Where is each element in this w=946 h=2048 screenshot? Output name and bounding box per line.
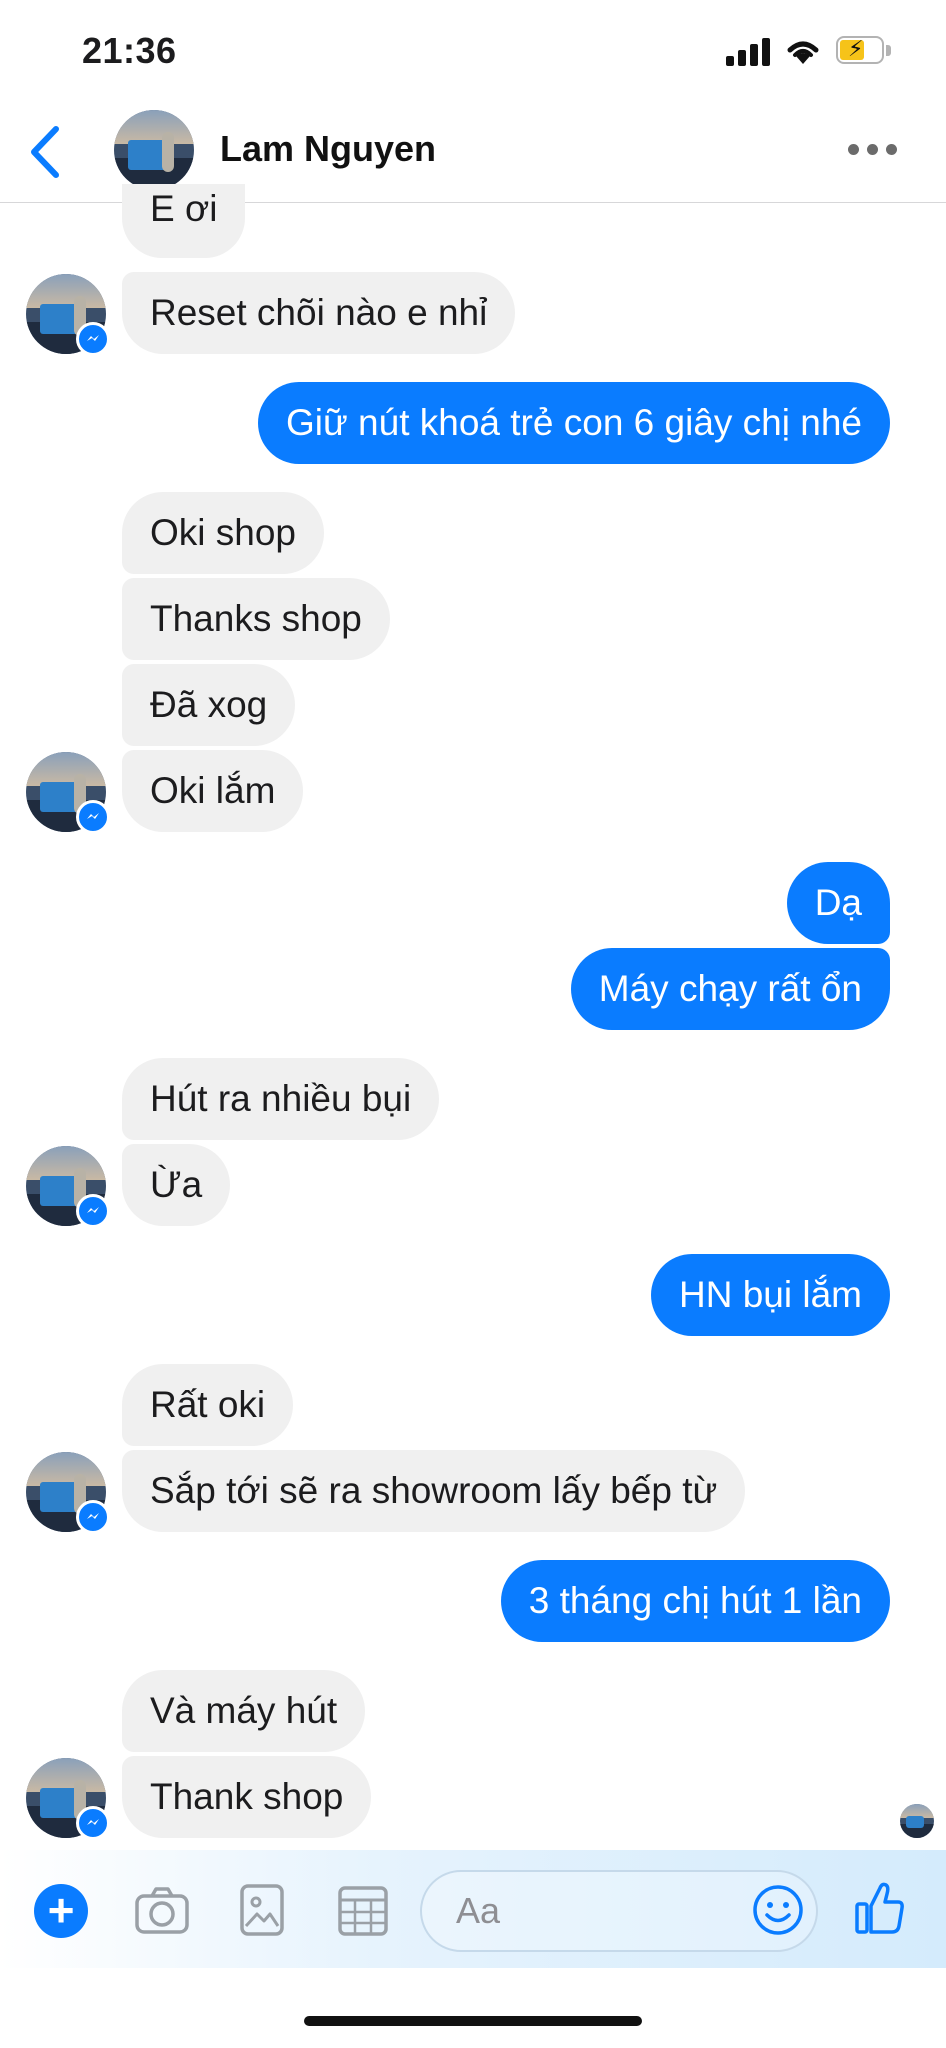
outgoing-message[interactable]: Dạ <box>786 862 890 944</box>
plus-icon[interactable]: + <box>34 1884 88 1938</box>
incoming-message[interactable]: Hút ra nhiều bụi <box>122 1058 440 1140</box>
seen-receipt-avatar <box>900 1804 934 1838</box>
more-options-icon[interactable] <box>848 144 898 160</box>
incoming-message[interactable]: E ơi <box>122 184 246 258</box>
messenger-badge-icon <box>76 1500 110 1534</box>
messenger-badge-icon <box>76 1194 110 1228</box>
outgoing-message[interactable]: Máy chạy rất ổn <box>570 948 890 1030</box>
incoming-message[interactable]: Oki lắm <box>122 750 304 832</box>
contact-name[interactable]: Lam Nguyen <box>220 128 436 170</box>
status-time: 21:36 <box>82 30 177 71</box>
messenger-badge-icon <box>76 800 110 834</box>
emoji-icon[interactable] <box>752 1884 804 1936</box>
incoming-message[interactable]: Ừa <box>122 1144 231 1226</box>
incoming-message[interactable]: Đã xog <box>122 664 296 746</box>
signal-icon <box>726 38 770 66</box>
grid-icon[interactable] <box>338 1886 388 1936</box>
incoming-message[interactable]: Thank shop <box>122 1756 372 1838</box>
contact-avatar[interactable] <box>114 110 194 190</box>
outgoing-message[interactable]: HN bụi lắm <box>651 1254 890 1336</box>
back-chevron-icon[interactable] <box>22 121 66 183</box>
battery-icon: ⚡ <box>836 36 892 66</box>
incoming-message[interactable]: Thanks shop <box>122 578 390 660</box>
incoming-message[interactable]: Sắp tới sẽ ra showroom lấy bếp từ <box>122 1450 746 1532</box>
camera-icon[interactable] <box>134 1886 190 1936</box>
messenger-badge-icon <box>76 322 110 356</box>
message-input-placeholder: Aa <box>456 1890 501 1931</box>
incoming-message[interactable]: Rất oki <box>122 1364 294 1446</box>
outgoing-message[interactable]: 3 tháng chị hút 1 lần <box>500 1560 890 1642</box>
thumbs-up-icon[interactable] <box>854 1880 906 1936</box>
incoming-message[interactable]: Oki shop <box>122 492 325 574</box>
gallery-icon[interactable] <box>240 1884 284 1936</box>
home-indicator[interactable] <box>304 2016 642 2026</box>
messenger-badge-icon <box>76 1806 110 1840</box>
incoming-message[interactable]: Reset chõi nào e nhỉ <box>122 272 516 354</box>
wifi-icon <box>784 36 822 66</box>
outgoing-message[interactable]: Giữ nút khoá trẻ con 6 giây chị nhé <box>258 382 890 464</box>
incoming-message[interactable]: Và máy hút <box>122 1670 366 1752</box>
